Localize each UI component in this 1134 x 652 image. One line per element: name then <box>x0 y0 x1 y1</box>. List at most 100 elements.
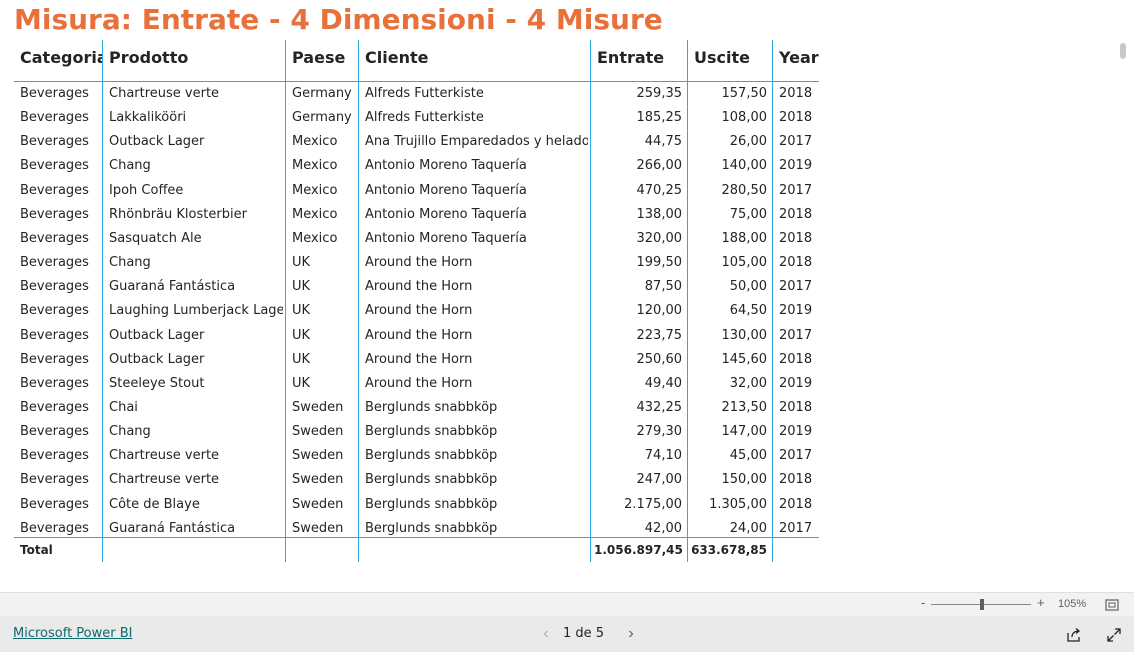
cell-uscite: 50,00 <box>729 279 767 295</box>
table-row[interactable]: Beverages Chai Sweden Berglunds snabbköp 432… <box>14 396 819 420</box>
zoom-slider-handle[interactable] <box>980 599 984 610</box>
cell-paese: Sweden <box>292 448 344 464</box>
cell-prodotto: Ipoh Coffee <box>109 182 184 198</box>
next-page-button[interactable]: › <box>622 624 640 644</box>
table-row[interactable]: Beverages Chartreuse verte Germany Alfreds … <box>14 82 819 106</box>
cell-year: 2017 <box>779 448 813 464</box>
table-row[interactable]: Beverages Sasquatch Ale Mexico Antonio More… <box>14 227 819 251</box>
cell-prodotto: Chartreuse verte <box>109 448 220 464</box>
table-row[interactable]: Beverages Lakkalikööri Germany Alfreds Futt… <box>14 106 819 130</box>
cell-paese: Germany <box>292 86 352 101</box>
cell-uscite: 130,00 <box>721 327 768 343</box>
cell-entrate: 223,75 <box>636 327 683 343</box>
cell-prodotto: Chartreuse verte <box>109 86 220 101</box>
cell-cliente: Antonio Moreno Taquería <box>365 206 527 222</box>
cell-categoria: Beverages <box>20 134 89 150</box>
cell-entrate: 266,00 <box>636 158 683 174</box>
cell-cliente: Around the Horn <box>365 375 473 391</box>
cell-year: 2018 <box>779 399 813 415</box>
table-row[interactable]: Beverages Chang Sweden Berglunds snabbköp 27… <box>14 420 819 444</box>
previous-page-button[interactable]: ‹ <box>537 624 555 644</box>
zoom-bar: - + 105% <box>0 592 1134 616</box>
cell-cliente: Antonio Moreno Taquería <box>365 230 527 246</box>
cell-paese: UK <box>292 375 311 391</box>
cell-entrate: 432,25 <box>636 399 683 415</box>
cell-cliente: Antonio Moreno Taquería <box>365 182 527 198</box>
cell-paese: UK <box>292 279 311 295</box>
cell-paese: UK <box>292 255 311 271</box>
share-icon[interactable] <box>1066 627 1082 643</box>
zoom-out-button[interactable]: - <box>921 595 925 610</box>
table-row[interactable]: Beverages Côte de Blaye Sweden Berglunds sn… <box>14 493 819 517</box>
table-row[interactable]: Beverages Ipoh Coffee Mexico Antonio Moreno… <box>14 179 819 203</box>
table-row[interactable]: Beverages Laughing Lumberjack Lager UK Arou… <box>14 299 819 323</box>
cell-paese: Mexico <box>292 182 338 198</box>
cell-year: 2018 <box>779 230 813 246</box>
footer-bar: Microsoft Power BI ‹ 1 de 5 › <box>0 616 1134 652</box>
cell-entrate: 49,40 <box>644 375 682 391</box>
cell-prodotto: Laughing Lumberjack Lager <box>109 303 283 319</box>
vertical-scrollbar-thumb[interactable] <box>1120 43 1126 59</box>
cell-year: 2017 <box>779 182 813 198</box>
table-row[interactable]: Beverages Guaraná Fantástica Sweden Berglun… <box>14 517 819 537</box>
cell-prodotto: Sasquatch Ale <box>109 230 202 246</box>
column-header-uscite[interactable]: Uscite <box>694 40 771 81</box>
cell-entrate: 42,00 <box>644 520 682 536</box>
cell-uscite: 45,00 <box>729 448 767 464</box>
cell-paese: Sweden <box>292 496 344 512</box>
cell-entrate: 320,00 <box>636 230 683 246</box>
cell-paese: Mexico <box>292 206 338 222</box>
column-header-paese[interactable]: Paese <box>292 40 357 81</box>
cell-prodotto: Steeleye Stout <box>109 375 205 391</box>
table-row[interactable]: Beverages Chang Mexico Antonio Moreno Taque… <box>14 154 819 178</box>
cell-cliente: Berglunds snabbköp <box>365 496 498 512</box>
cell-categoria: Beverages <box>20 399 89 415</box>
table-row[interactable]: Beverages Rhönbräu Klosterbier Mexico Anton… <box>14 203 819 227</box>
table-row[interactable]: Beverages Chartreuse verte Sweden Berglunds… <box>14 444 819 468</box>
cell-year: 2019 <box>779 424 813 440</box>
cell-entrate: 185,25 <box>636 110 683 126</box>
table-row[interactable]: Beverages Chang UK Around the Horn 199,50 105… <box>14 251 819 275</box>
cell-cliente: Berglunds snabbköp <box>365 399 498 415</box>
cell-year: 2019 <box>779 303 813 319</box>
cell-categoria: Beverages <box>20 158 89 174</box>
power-bi-link[interactable]: Microsoft Power BI <box>13 626 132 641</box>
cell-year: 2018 <box>779 351 813 367</box>
column-header-categoria[interactable]: Categoria <box>20 40 102 81</box>
cell-categoria: Beverages <box>20 255 89 271</box>
table-row[interactable]: Beverages Chartreuse verte Sweden Berglunds… <box>14 468 819 492</box>
table-row[interactable]: Beverages Outback Lager UK Around the Horn 2… <box>14 324 819 348</box>
column-header-entrate[interactable]: Entrate <box>597 40 686 81</box>
cell-cliente: Ana Trujillo Emparedados y helados <box>365 134 588 150</box>
cell-prodotto: Outback Lager <box>109 327 205 343</box>
column-header-year[interactable]: Year <box>779 40 819 81</box>
cell-entrate: 250,60 <box>636 351 683 367</box>
table-row[interactable]: Beverages Outback Lager Mexico Ana Trujillo… <box>14 130 819 154</box>
cell-prodotto: Chai <box>109 399 138 415</box>
cell-entrate: 2.175,00 <box>624 496 682 512</box>
cell-categoria: Beverages <box>20 182 89 198</box>
cell-categoria: Beverages <box>20 496 89 512</box>
cell-categoria: Beverages <box>20 230 89 246</box>
column-header-cliente[interactable]: Cliente <box>365 40 589 81</box>
cell-prodotto: Côte de Blaye <box>109 496 200 512</box>
fit-to-page-icon[interactable] <box>1105 598 1119 611</box>
fullscreen-icon[interactable] <box>1106 627 1122 643</box>
table-row[interactable]: Beverages Outback Lager UK Around the Horn 2… <box>14 348 819 372</box>
cell-uscite: 147,00 <box>721 424 768 440</box>
cell-prodotto: Outback Lager <box>109 134 205 150</box>
zoom-in-button[interactable]: + <box>1037 595 1045 610</box>
column-header-prodotto[interactable]: Prodotto <box>109 40 284 81</box>
cell-prodotto: Rhönbräu Klosterbier <box>109 206 247 222</box>
table-row[interactable]: Beverages Guaraná Fantástica UK Around the … <box>14 275 819 299</box>
cell-year: 2017 <box>779 327 813 343</box>
cell-entrate: 259,35 <box>636 86 683 101</box>
cell-paese: Mexico <box>292 158 338 174</box>
cell-year: 2017 <box>779 279 813 295</box>
table-row[interactable]: Beverages Steeleye Stout UK Around the Horn… <box>14 372 819 396</box>
cell-year: 2018 <box>779 472 813 488</box>
cell-uscite: 108,00 <box>721 110 768 126</box>
cell-uscite: 213,50 <box>721 399 768 415</box>
table-body[interactable]: Beverages Chartreuse verte Germany Alfreds … <box>14 82 819 537</box>
cell-uscite: 188,00 <box>721 230 768 246</box>
